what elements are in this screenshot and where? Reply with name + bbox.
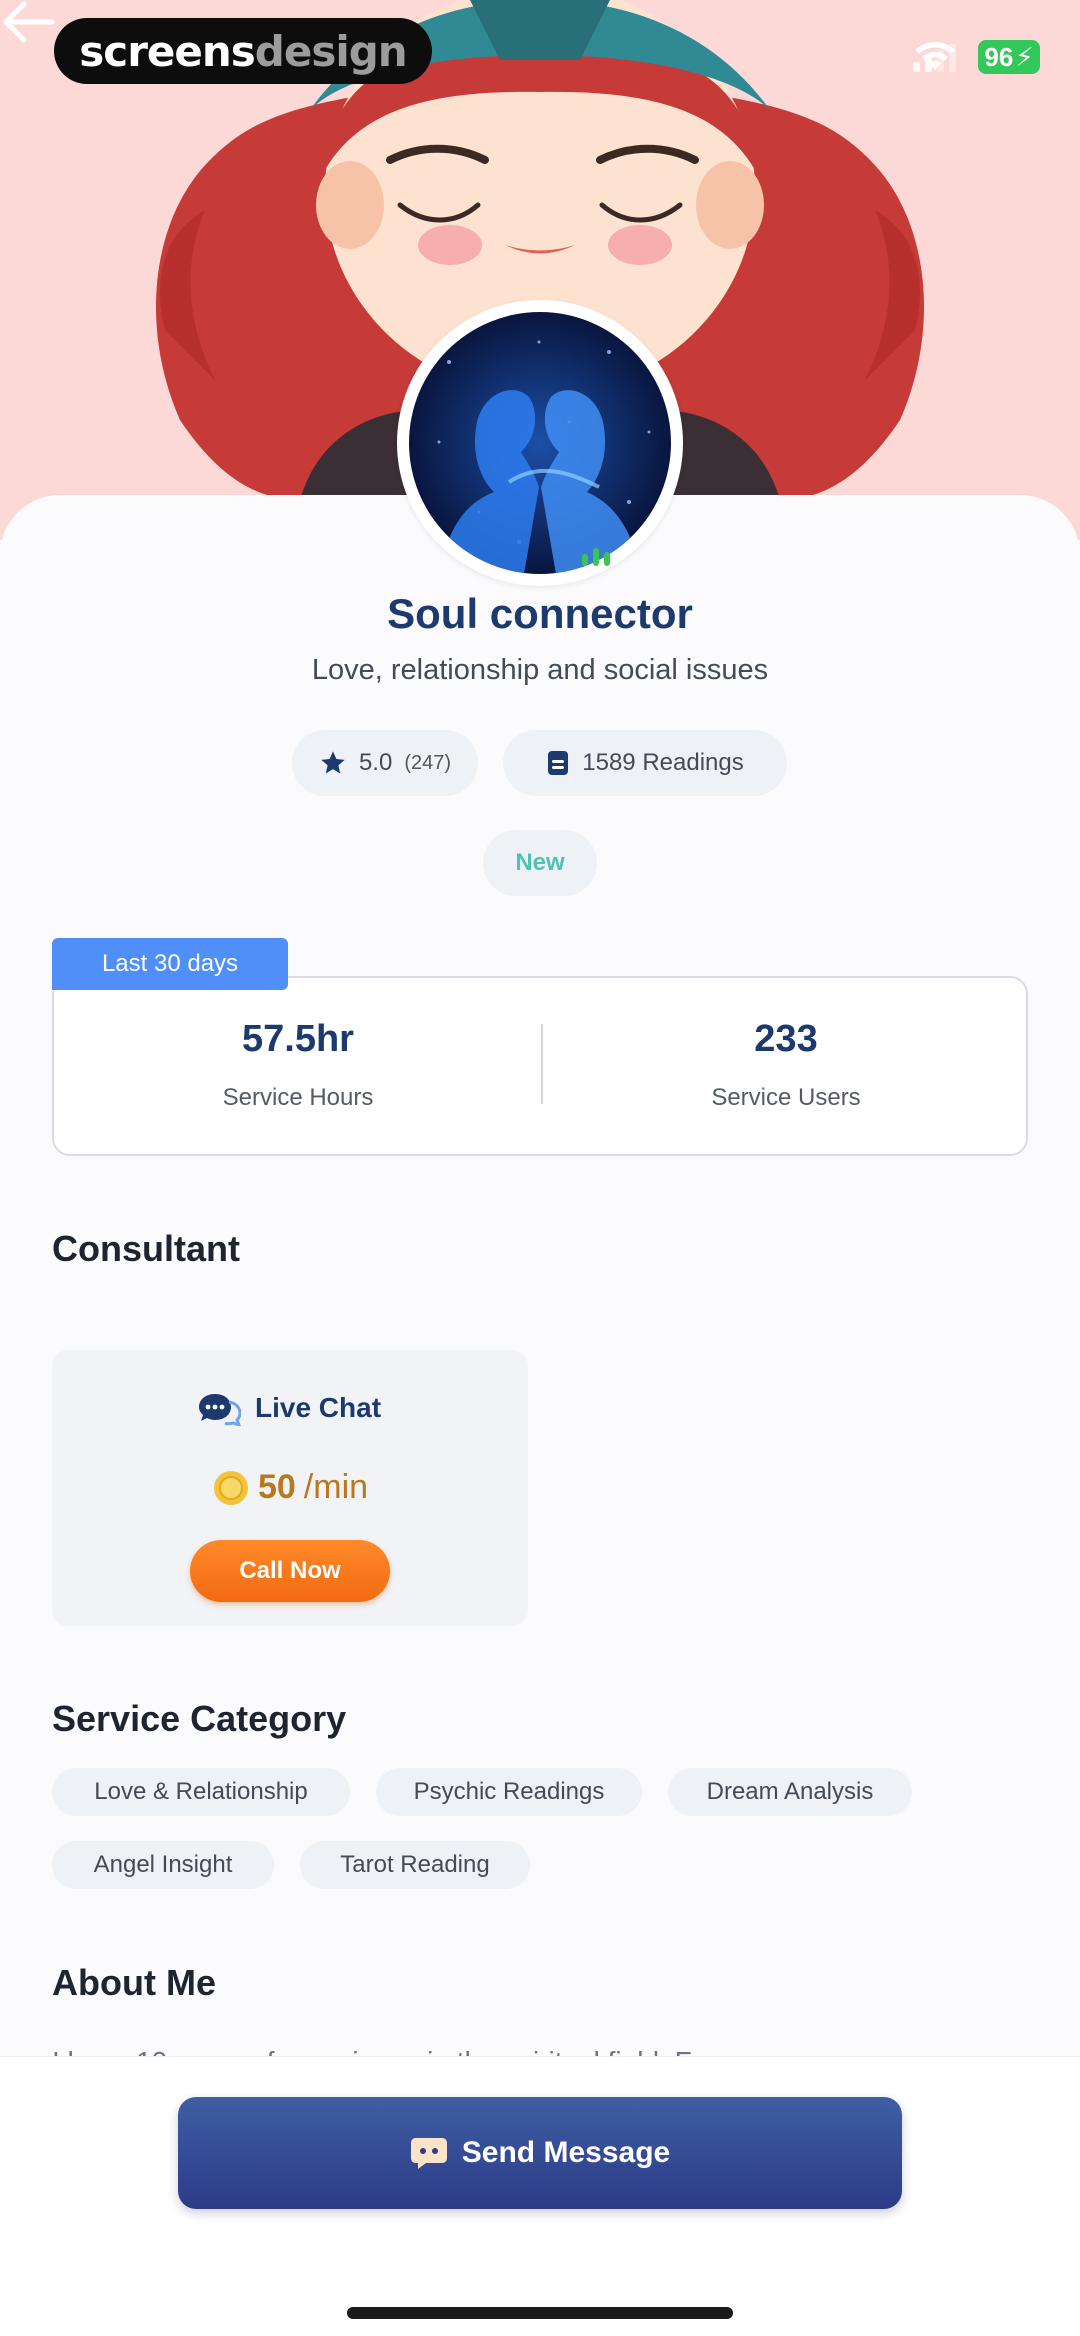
wifi-icon (915, 42, 955, 70)
message-icon (410, 2138, 447, 2169)
logo-text-screens: screens (79, 26, 255, 76)
price-unit: /min (303, 1468, 369, 1506)
send-message-label: Send Message (461, 2136, 671, 2169)
category-tag[interactable]: Dream Analysis (668, 1768, 912, 1816)
stat-value: 233 (754, 1018, 818, 1060)
online-indicator-icon (582, 548, 610, 566)
book-icon (548, 751, 569, 775)
screensdesign-logo: screens design (54, 18, 432, 84)
category-tag[interactable]: Psychic Readings (376, 1768, 642, 1816)
rating-chip: 5.0 (247) (292, 730, 478, 796)
bottom-action-bar: Send Message (0, 2056, 1080, 2336)
send-message-button[interactable]: Send Message (178, 2097, 902, 2209)
rating-value: 5.0 (358, 749, 393, 776)
coin-icon (213, 1470, 248, 1505)
stats-period-tag: Last 30 days (52, 938, 288, 990)
category-tag[interactable]: Angel Insight (52, 1841, 274, 1889)
consultant-specialty: Love, relationship and social issues (311, 654, 769, 686)
status-bar: 96 ⚡ (913, 40, 1040, 74)
battery-indicator: 96 ⚡ (978, 40, 1040, 74)
consultant-section-title: Consultant (52, 1228, 240, 1269)
live-chat-card: Live Chat 50/min Call Now (52, 1350, 528, 1626)
call-now-button[interactable]: Call Now (190, 1540, 390, 1602)
service-category-title: Service Category (52, 1698, 347, 1739)
stat-label: Service Users (711, 1084, 861, 1111)
readings-chip: 1589 Readings (503, 730, 787, 796)
consultant-name: Soul connector (387, 590, 693, 637)
stat-value: 57.5hr (242, 1018, 354, 1060)
stats-card: 57.5hr Service Hours 233 Service Users (52, 976, 1028, 1156)
home-indicator[interactable] (347, 2307, 733, 2319)
rating-count: (247) (404, 751, 452, 774)
star-icon (321, 751, 345, 774)
category-tag[interactable]: Tarot Reading (300, 1841, 530, 1889)
about-me-title: About Me (52, 1962, 216, 2003)
price-value: 50 (257, 1468, 296, 1506)
back-arrow-icon[interactable] (0, 0, 56, 44)
stat-service-users: 233 Service Users (542, 978, 1030, 1158)
category-tag[interactable]: Love & Relationship (52, 1768, 350, 1816)
avatar-image (409, 312, 671, 574)
avatar[interactable] (397, 300, 683, 586)
logo-text-design: design (254, 26, 408, 76)
live-chat-label: Live Chat (254, 1392, 382, 1423)
readings-count: 1589 Readings (582, 749, 744, 776)
stat-service-hours: 57.5hr Service Hours (54, 978, 542, 1158)
new-badge: New (483, 830, 597, 896)
chat-bubble-icon (198, 1394, 241, 1426)
live-chat-header: Live Chat (52, 1390, 528, 1426)
price-row: 50/min (52, 1468, 528, 1507)
battery-level: 96 (984, 41, 1014, 72)
stat-label: Service Hours (222, 1084, 374, 1111)
charging-icon: ⚡ (1015, 41, 1034, 72)
